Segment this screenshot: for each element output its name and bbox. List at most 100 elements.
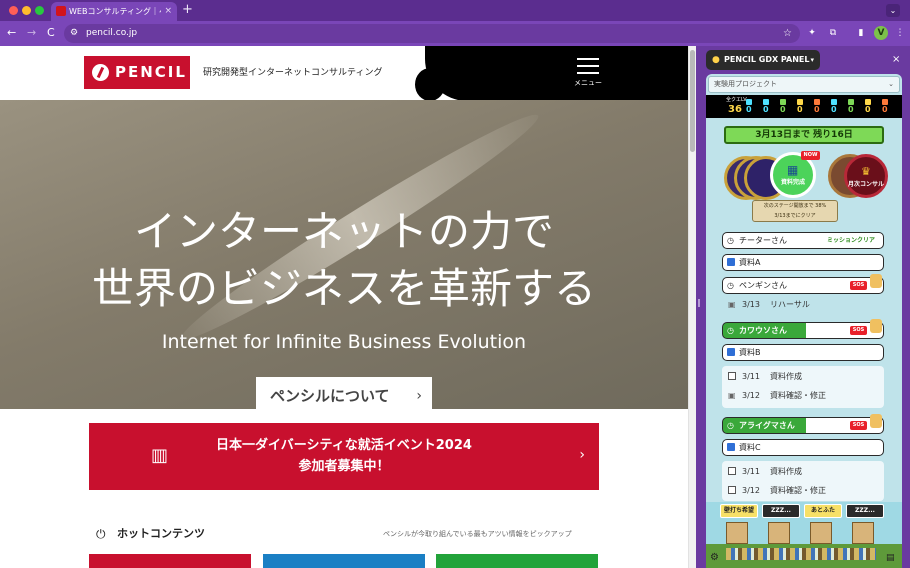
clock-icon: ◷ xyxy=(727,281,734,290)
event-banner[interactable]: ▥ 日本一ダイバーシティな就活イベント2024 参加者募集中！ › xyxy=(89,423,599,490)
window-minimize-button[interactable] xyxy=(22,6,31,15)
stage-progress-note: 次のステージ開放まで 38% 3/13までにクリア xyxy=(752,200,838,222)
page-scrollbar[interactable] xyxy=(688,46,696,568)
chevron-right-icon: › xyxy=(416,388,422,404)
village-sign[interactable]: ZZZ... xyxy=(762,504,800,518)
sos-tag[interactable]: SOS xyxy=(850,281,867,290)
doc-name: 資料C xyxy=(739,443,761,452)
hot-card-red[interactable] xyxy=(89,554,251,568)
total-level-value: 36 xyxy=(728,104,742,115)
new-tab-button[interactable]: + xyxy=(182,2,193,18)
gdx-extension-icon: ● xyxy=(712,55,720,65)
event-subtitle: 参加者募集中！ xyxy=(298,459,390,474)
side-panel-icon[interactable]: ▮ xyxy=(854,26,868,40)
site-info-icon[interactable]: ⚙ xyxy=(70,26,78,41)
member-row-otter[interactable]: ◷ カワウソさん SOS xyxy=(722,319,884,339)
village-sign[interactable]: 壁打ち希望 xyxy=(720,504,758,518)
scroll-thumb[interactable] xyxy=(690,50,695,152)
address-url[interactable]: pencil.co.jp xyxy=(86,26,137,41)
hero-title-line2: 世界のビジネスを革新する xyxy=(91,264,596,313)
forward-icon[interactable]: → xyxy=(27,25,36,41)
task-text: 資料作成 xyxy=(770,372,802,381)
progress-deadline-text: 3/13までにクリア xyxy=(774,213,816,219)
task-date: 3/11 xyxy=(742,372,760,381)
task-date: 3/12 xyxy=(742,486,760,495)
hot-card-green[interactable] xyxy=(436,554,598,568)
quest-stat-value: 0 xyxy=(865,105,871,114)
monthly-consult-medal[interactable]: ♛ 月次コンサル xyxy=(844,154,888,198)
doc-row-a[interactable]: 資料A xyxy=(722,254,884,271)
village-sign[interactable]: あとふた xyxy=(804,504,842,518)
panel-resize-handle[interactable]: ‖ xyxy=(696,46,704,568)
window-close-button[interactable] xyxy=(9,6,18,15)
pencil-logo[interactable]: PENCIL xyxy=(84,56,190,89)
village-house xyxy=(810,522,832,544)
hamburger-menu-icon[interactable] xyxy=(577,58,599,74)
now-badge: NOW xyxy=(801,151,820,160)
document-icon xyxy=(727,443,735,451)
quest-stat-value: 0 xyxy=(797,105,803,114)
quest-stat-value: 0 xyxy=(780,105,786,114)
site-tagline: 研究開発型インターネットコンサルティング xyxy=(203,68,383,78)
quest-stat-value: 0 xyxy=(882,105,888,114)
about-pencil-button[interactable]: ペンシルについて › xyxy=(256,377,432,409)
doc-name: 資料B xyxy=(739,348,761,357)
tab-strip: WEBコンサルティング｜ペンシル × + ⌄ xyxy=(0,0,910,21)
village-house xyxy=(726,522,748,544)
task-text: 資料作成 xyxy=(770,467,802,476)
menu-label[interactable]: メニュー xyxy=(570,79,606,88)
document-icon xyxy=(727,258,735,266)
about-pencil-label: ペンシルについて xyxy=(270,387,390,405)
window-zoom-button[interactable] xyxy=(35,6,44,15)
quest-stats-bar: 全クエLV 36 0 0 0 0 0 0 0 0 0 xyxy=(706,95,902,118)
mission-clear-tag: ミッションクリア xyxy=(827,237,876,244)
hot-contents-title: ホットコンテンツ xyxy=(117,527,205,540)
task-list-b: 3/11 資料作成 ▣ 3/12 資料確認・修正 xyxy=(722,366,884,408)
quest-stat-value: 0 xyxy=(848,105,854,114)
project-select[interactable]: 実験用プロジェクト ⌄ xyxy=(708,76,900,93)
quest-stat: 0 xyxy=(797,99,815,115)
settings-gear-icon[interactable]: ⚙ xyxy=(710,552,719,564)
panel-selector[interactable]: ● PENCIL GDX PANEL ▾ xyxy=(706,50,820,70)
member-row-raccoon[interactable]: ◷ アライグマさん SOS xyxy=(722,414,884,434)
profile-avatar[interactable]: V xyxy=(874,26,888,40)
penguin-avatar-icon xyxy=(870,274,882,288)
task-checkbox[interactable] xyxy=(728,372,736,380)
logo-text: PENCIL xyxy=(115,63,187,81)
calendar-icon: ▣ xyxy=(728,391,736,400)
chevron-down-icon: ▾ xyxy=(810,56,814,64)
doc-row-b[interactable]: 資料B xyxy=(722,344,884,361)
active-stage-label: 資料完成 xyxy=(780,179,805,186)
reload-icon[interactable]: C xyxy=(47,25,55,41)
task-list-c: 3/11 資料作成 3/12 資料確認・修正 xyxy=(722,461,884,501)
hero-title-line1: インターネットの力で xyxy=(133,207,554,256)
extensions-puzzle-icon[interactable]: ⧉ xyxy=(826,26,840,40)
member-row-penguin[interactable]: ◷ ペンギンさん SOS xyxy=(722,274,884,294)
quest-stat-value: 0 xyxy=(831,105,837,114)
schedule-date: 3/13 xyxy=(742,300,760,309)
close-icon[interactable]: × xyxy=(892,54,900,66)
sos-tag[interactable]: SOS xyxy=(850,421,867,430)
schedule-text: リハーサル xyxy=(770,300,810,309)
member-row-cheetah[interactable]: ◷ チーターさん ミッションクリア xyxy=(722,232,884,249)
tab-search-button[interactable]: ⌄ xyxy=(886,4,900,17)
task-checkbox[interactable] xyxy=(728,486,736,494)
back-icon[interactable]: ← xyxy=(7,25,16,41)
extension-icon[interactable]: ✦ xyxy=(805,26,819,40)
tab-close-icon[interactable]: × xyxy=(164,5,172,18)
address-bar[interactable]: ⚙ pencil.co.jp ☆ xyxy=(64,24,800,43)
doc-row-c[interactable]: 資料C xyxy=(722,439,884,456)
sos-tag[interactable]: SOS xyxy=(850,326,867,335)
tab-pencil[interactable]: WEBコンサルティング｜ペンシル × xyxy=(51,2,177,21)
countdown-text: 3月13日まで 残り16日 xyxy=(755,130,853,140)
village-scene: 壁打ち希望 ZZZ... あとふた ZZZ... ⚙ ▤ xyxy=(706,502,902,568)
hot-card-blue[interactable] xyxy=(263,554,425,568)
village-characters xyxy=(726,548,876,560)
village-sign[interactable]: ZZZ... xyxy=(846,504,884,518)
task-checkbox[interactable] xyxy=(728,467,736,475)
calendar-icon[interactable]: ▤ xyxy=(886,552,895,564)
task-date: 3/11 xyxy=(742,467,760,476)
bookmark-star-icon[interactable]: ☆ xyxy=(783,26,792,41)
village-house xyxy=(852,522,874,544)
browser-menu-icon[interactable]: ⋮ xyxy=(893,26,907,40)
